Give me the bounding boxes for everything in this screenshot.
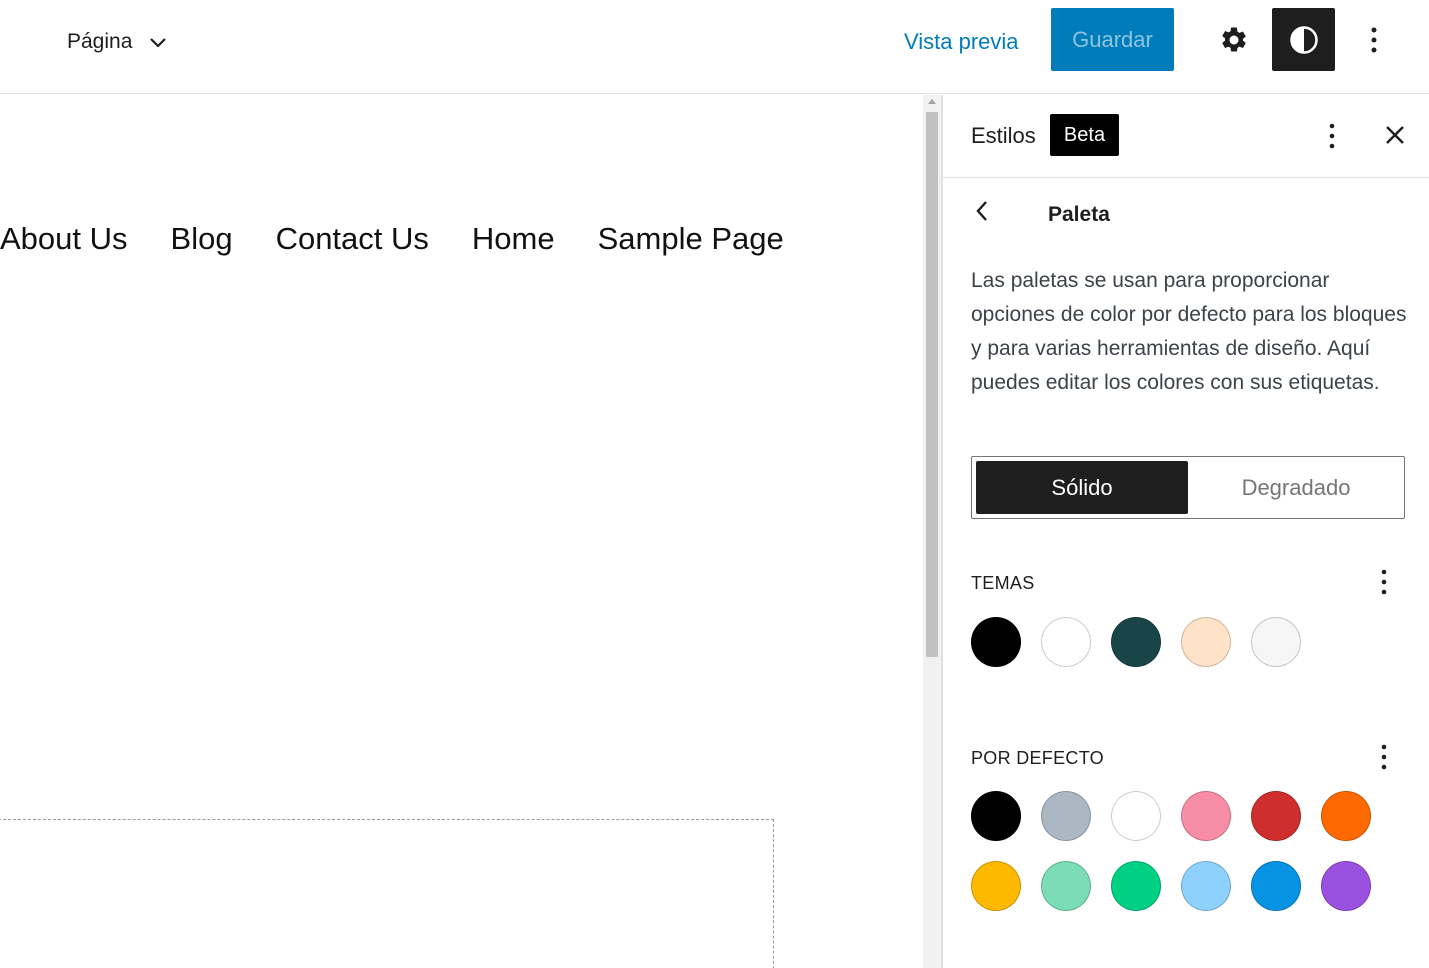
preview-button[interactable]: Vista previa <box>904 24 1019 60</box>
options-button[interactable] <box>1352 10 1396 70</box>
default-color-swatch[interactable] <box>1251 791 1301 841</box>
theme-color-swatch[interactable] <box>1041 617 1091 667</box>
chevron-left-icon <box>976 201 987 221</box>
beta-badge: Beta <box>1050 114 1119 156</box>
back-button[interactable] <box>967 196 997 226</box>
document-type-label: Página <box>67 30 133 53</box>
chevron-down-icon <box>150 38 167 48</box>
theme-color-swatch[interactable] <box>1251 617 1301 667</box>
panel-title: Paleta <box>1048 203 1110 226</box>
theme-palette-options-button[interactable] <box>1369 563 1399 601</box>
nav-item-about-us[interactable]: About Us <box>0 221 128 257</box>
styles-contrast-icon <box>1289 25 1318 54</box>
styles-sidebar: Estilos Beta Paleta Las paletas se usan … <box>943 95 1429 968</box>
close-icon <box>1386 126 1404 144</box>
default-color-swatch[interactable] <box>1181 791 1231 841</box>
more-vertical-icon <box>1381 569 1387 595</box>
block-placeholder[interactable] <box>0 819 774 968</box>
default-color-swatch[interactable] <box>971 861 1021 911</box>
document-type-selector[interactable]: Página <box>67 24 170 60</box>
default-color-swatch[interactable] <box>1041 861 1091 911</box>
nav-item-home[interactable]: Home <box>472 221 555 257</box>
sidebar-header: Estilos Beta <box>943 95 1429 178</box>
color-type-toggle: Sólido Degradado <box>971 456 1405 519</box>
default-color-swatch[interactable] <box>1321 791 1371 841</box>
default-color-swatch[interactable] <box>1111 791 1161 841</box>
tab-gradient[interactable]: Degradado <box>1190 461 1402 514</box>
default-palette-label: POR DEFECTO <box>971 748 1104 768</box>
save-button[interactable]: Guardar <box>1051 8 1174 71</box>
theme-color-swatch[interactable] <box>1111 617 1161 667</box>
default-color-swatch[interactable] <box>1041 791 1091 841</box>
default-color-swatch[interactable] <box>971 791 1021 841</box>
scroll-up-arrow-icon[interactable] <box>928 99 936 104</box>
theme-color-swatch[interactable] <box>1181 617 1231 667</box>
default-color-swatch[interactable] <box>1111 861 1161 911</box>
nav-item-sample-page[interactable]: Sample Page <box>598 221 784 257</box>
default-palette-options-button[interactable] <box>1369 738 1399 776</box>
close-sidebar-button[interactable] <box>1380 120 1410 150</box>
canvas-scrollbar[interactable] <box>923 95 941 968</box>
tab-solid[interactable]: Sólido <box>976 461 1188 514</box>
sidebar-title: Estilos <box>971 123 1036 148</box>
nav-item-blog[interactable]: Blog <box>171 221 233 257</box>
panel-description: Las paletas se usan para proporcionar op… <box>971 269 1407 394</box>
sidebar-options-button[interactable] <box>1317 117 1347 155</box>
theme-color-swatch[interactable] <box>971 617 1021 667</box>
styles-button[interactable] <box>1272 8 1335 71</box>
settings-button[interactable] <box>1209 10 1259 70</box>
theme-palette-label: TEMAS <box>971 573 1035 593</box>
default-color-swatch[interactable] <box>1181 861 1231 911</box>
editor-canvas[interactable]: About Us Blog Contact Us Home Sample Pag… <box>0 95 923 968</box>
editor-header: Página Vista previa Guardar <box>0 0 1429 94</box>
more-vertical-icon <box>1381 744 1387 770</box>
navigation-menu: About Us Blog Contact Us Home Sample Pag… <box>0 221 784 257</box>
more-vertical-icon <box>1371 27 1377 53</box>
more-vertical-icon <box>1329 123 1335 149</box>
default-color-swatch[interactable] <box>1321 861 1371 911</box>
scrollbar-thumb[interactable] <box>926 112 938 657</box>
gear-icon <box>1222 27 1246 52</box>
nav-item-contact-us[interactable]: Contact Us <box>276 221 429 257</box>
default-color-swatch[interactable] <box>1251 861 1301 911</box>
